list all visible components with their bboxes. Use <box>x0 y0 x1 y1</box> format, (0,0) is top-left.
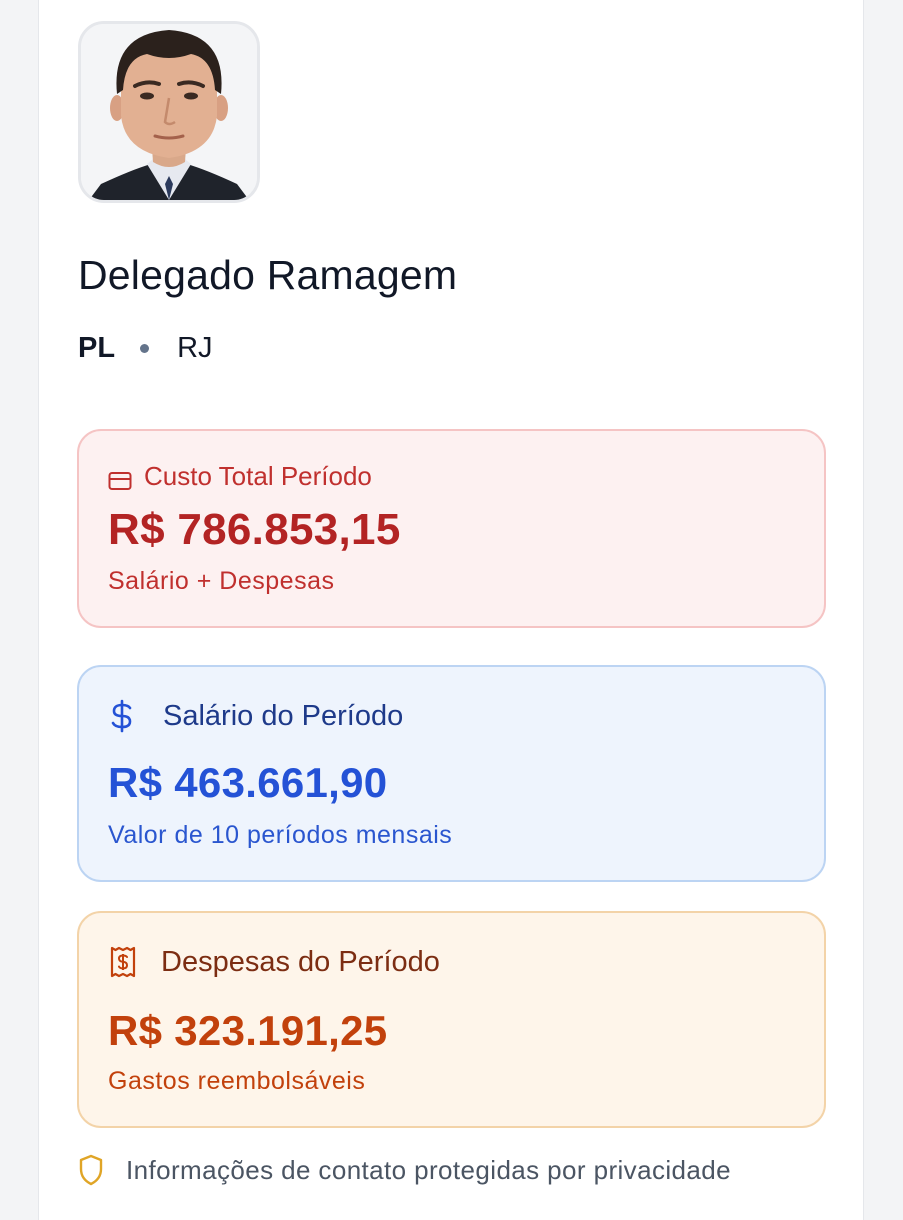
expenses-label: Despesas do Período <box>161 945 440 978</box>
salary-subtitle: Valor de 10 períodos mensais <box>108 821 453 849</box>
salary-label: Salário do Período <box>163 699 404 732</box>
expenses-value: R$ 323.191,25 <box>108 1007 388 1054</box>
privacy-notice: Informações de contato protegidas por pr… <box>78 1154 731 1186</box>
state-label: RJ <box>177 331 213 364</box>
expenses-card: Despesas do Período R$ 323.191,25 Gastos… <box>77 911 826 1128</box>
total-cost-value: R$ 786.853,15 <box>108 505 401 554</box>
party-label: PL <box>78 331 116 364</box>
avatar <box>78 21 260 203</box>
credit-card-icon <box>108 467 132 490</box>
politician-name: Delegado Ramagem <box>78 252 458 298</box>
dollar-sign-icon <box>109 699 135 733</box>
privacy-text: Informações de contato protegidas por pr… <box>126 1154 731 1185</box>
salary-card: Salário do Período R$ 463.661,90 Valor d… <box>77 665 826 882</box>
party-state-row: PL RJ <box>78 330 213 366</box>
expenses-header: Despesas do Período <box>109 945 440 979</box>
total-cost-card: Custo Total Período R$ 786.853,15 Salári… <box>77 429 826 628</box>
total-cost-subtitle: Salário + Despesas <box>108 567 335 595</box>
receipt-icon <box>109 945 137 979</box>
separator-dot <box>140 343 150 353</box>
portrait-image <box>81 24 257 200</box>
total-cost-header: Custo Total Período <box>108 461 372 492</box>
shield-icon <box>78 1154 104 1186</box>
salary-header: Salário do Período <box>109 699 403 733</box>
expenses-subtitle: Gastos reembolsáveis <box>108 1067 366 1095</box>
total-cost-label: Custo Total Período <box>144 461 372 491</box>
salary-value: R$ 463.661,90 <box>108 759 388 806</box>
